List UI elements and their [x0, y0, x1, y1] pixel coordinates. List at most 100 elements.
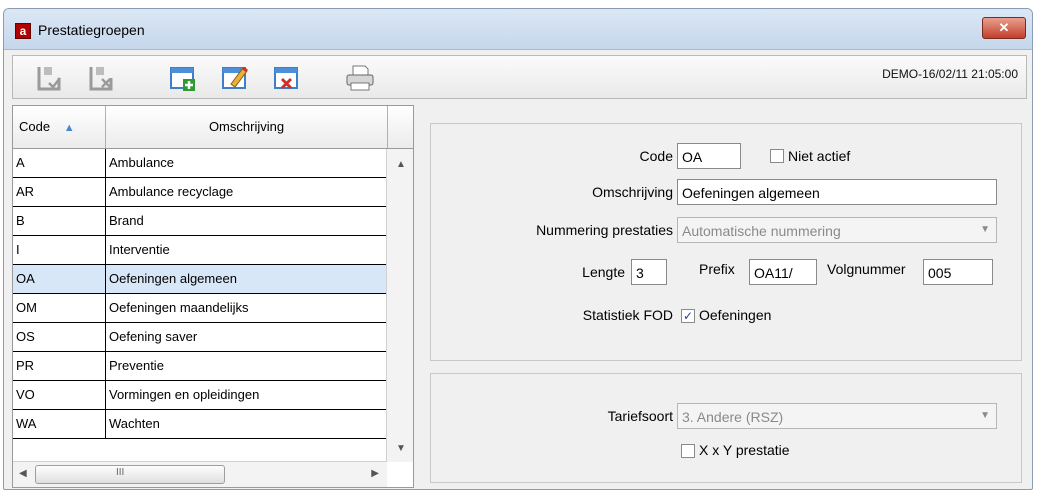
nummering-select[interactable]: Automatische nummering ▼ — [677, 217, 997, 243]
edit-record-button[interactable] — [221, 64, 249, 92]
save-check-button[interactable] — [35, 64, 63, 92]
column-divider — [105, 410, 106, 439]
column-divider — [105, 294, 106, 323]
new-record-icon — [170, 67, 195, 91]
column-divider — [105, 352, 106, 381]
cell-code: A — [16, 155, 25, 170]
statistiek-fod-label: Statistiek FOD — [582, 307, 673, 323]
scroll-left-arrow-icon[interactable]: ◀ — [19, 468, 27, 479]
prestatiegroepen-grid: Code ▲ Omschrijving A Ambulance AR Ambulanc… — [12, 105, 414, 488]
table-row[interactable]: A Ambulance — [13, 149, 387, 178]
horizontal-scroll-thumb[interactable]: III — [35, 465, 225, 484]
status-timestamp: DEMO-16/02/11 21:05:00 — [882, 67, 1018, 81]
volgnummer-label: Volgnummer — [827, 261, 906, 277]
cell-omschrijving: Brand — [109, 213, 144, 228]
cell-code: OS — [16, 329, 35, 344]
cell-code: VO — [16, 387, 35, 402]
volgnummer-field[interactable]: 005 — [923, 259, 993, 285]
scroll-down-arrow-icon[interactable]: ▼ — [396, 443, 406, 454]
niet-actief-label: Niet actief — [788, 148, 851, 164]
tarief-panel: Tariefsoort 3. Andere (RSZ) ▼ X x Y pres… — [430, 373, 1022, 483]
column-divider — [105, 323, 106, 352]
cell-omschrijving: Oefeningen algemeen — [109, 271, 237, 286]
column-divider — [105, 149, 106, 178]
prestatiegroepen-window: a Prestatiegroepen ✕ DEMO-16/02/11 21:05… — [3, 8, 1033, 490]
window-title: Prestatiegroepen — [38, 22, 145, 38]
tariefsoort-select[interactable]: 3. Andere (RSZ) ▼ — [677, 403, 997, 429]
dropdown-arrow-icon: ▼ — [980, 224, 990, 235]
cell-omschrijving: Vormingen en opleidingen — [109, 387, 260, 402]
cell-omschrijving: Ambulance recyclage — [109, 184, 234, 199]
grid-rows: A Ambulance AR Ambulance recyclage B Brand I In… — [13, 149, 387, 439]
table-row[interactable]: OS Oefening saver — [13, 323, 387, 352]
delete-record-button[interactable] — [273, 64, 301, 92]
grid-header: Code ▲ Omschrijving — [13, 106, 413, 149]
horizontal-scrollbar[interactable]: ◀ III ▶ — [13, 461, 387, 487]
cell-omschrijving: Oefening saver — [109, 329, 198, 344]
oefeningen-label: Oefeningen — [699, 307, 772, 323]
new-record-button[interactable] — [169, 64, 197, 92]
table-row[interactable]: OM Oefeningen maandelijks — [13, 294, 387, 323]
close-button[interactable]: ✕ — [982, 17, 1026, 39]
cell-omschrijving: Ambulance — [109, 155, 175, 170]
column-header-omschrijving[interactable]: Omschrijving — [106, 106, 388, 148]
omschrijving-field[interactable]: Oefeningen algemeen — [677, 179, 997, 205]
app-icon: a — [15, 23, 31, 39]
tariefsoort-label: Tariefsoort — [607, 408, 673, 424]
column-header-code-label: Code — [19, 119, 51, 134]
table-row[interactable]: WA Wachten — [13, 410, 387, 439]
scroll-thumb-grip: III — [116, 467, 125, 478]
lengte-field[interactable]: 3 — [631, 259, 667, 285]
column-divider — [105, 236, 106, 265]
code-field[interactable]: OA — [677, 143, 741, 169]
edit-record-icon — [222, 66, 248, 89]
cell-code: OM — [16, 300, 37, 315]
table-row[interactable]: PR Preventie — [13, 352, 387, 381]
cell-code: AR — [16, 184, 35, 199]
column-divider — [105, 178, 106, 207]
toolbar: DEMO-16/02/11 21:05:00 — [12, 55, 1027, 99]
nummering-value: Automatische nummering — [682, 223, 841, 239]
prefix-field[interactable]: OA11/ — [749, 259, 817, 285]
column-header-code[interactable]: Code ▲ — [13, 106, 106, 148]
print-button[interactable] — [345, 64, 374, 92]
cell-omschrijving: Wachten — [109, 416, 160, 431]
title-bar[interactable]: a Prestatiegroepen ✕ — [4, 9, 1032, 50]
checkmark-icon: ✓ — [682, 309, 694, 323]
table-row[interactable]: I Interventie — [13, 236, 387, 265]
table-row[interactable]: VO Vormingen en opleidingen — [13, 381, 387, 410]
column-divider — [105, 207, 106, 236]
table-row[interactable]: B Brand — [13, 207, 387, 236]
print-icon — [346, 65, 374, 91]
save-check-icon — [37, 67, 61, 91]
nummering-label: Nummering prestaties — [536, 222, 673, 238]
cell-code: I — [16, 242, 20, 257]
cell-code: WA — [16, 416, 37, 431]
xy-prestatie-checkbox[interactable] — [681, 444, 695, 458]
table-row[interactable]: AR Ambulance recyclage — [13, 178, 387, 207]
prefix-label: Prefix — [699, 261, 735, 277]
scroll-up-arrow-icon[interactable]: ▲ — [396, 159, 406, 170]
table-row[interactable]: OA Oefeningen algemeen — [13, 265, 387, 294]
vertical-scrollbar[interactable]: ▲ ▼ — [386, 149, 413, 462]
column-divider — [105, 381, 106, 410]
cell-code: PR — [16, 358, 35, 373]
cell-code: OA — [16, 271, 35, 286]
details-panel: Code OA Niet actief Omschrijving Oefenin… — [430, 123, 1022, 361]
xy-prestatie-label: X x Y prestatie — [699, 442, 790, 458]
code-label: Code — [639, 148, 673, 164]
scroll-right-arrow-icon[interactable]: ▶ — [371, 468, 379, 479]
save-cancel-icon — [89, 67, 113, 91]
cell-omschrijving: Interventie — [109, 242, 170, 257]
column-divider — [105, 265, 106, 294]
cell-code: B — [16, 213, 25, 228]
dropdown-arrow-icon: ▼ — [980, 410, 990, 421]
cell-omschrijving: Oefeningen maandelijks — [109, 300, 249, 315]
sort-ascending-icon: ▲ — [63, 122, 75, 134]
tariefsoort-value: 3. Andere (RSZ) — [682, 409, 784, 425]
save-cancel-button[interactable] — [87, 64, 115, 92]
omschrijving-label: Omschrijving — [592, 184, 673, 200]
oefeningen-checkbox[interactable]: ✓ — [681, 309, 695, 323]
niet-actief-checkbox[interactable] — [770, 149, 784, 163]
lengte-label: Lengte — [582, 264, 625, 280]
